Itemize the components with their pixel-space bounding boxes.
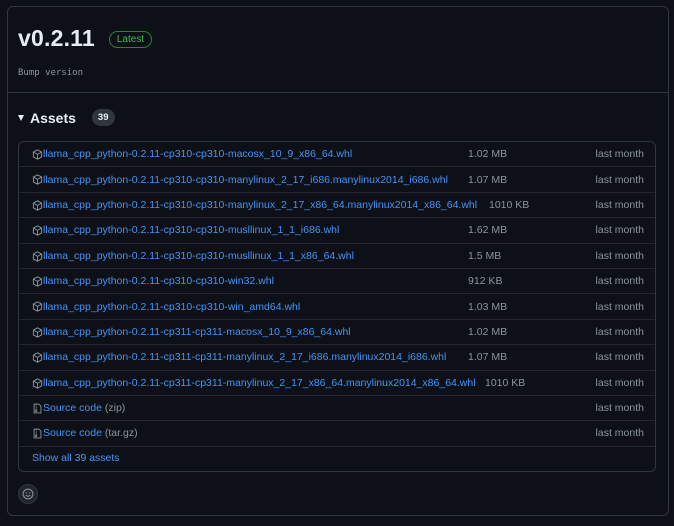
release-version[interactable]: v0.2.11 bbox=[18, 25, 95, 52]
file-zip-icon bbox=[32, 428, 43, 439]
asset-date: last month bbox=[595, 351, 644, 364]
source-code-format: (zip) bbox=[104, 402, 126, 415]
asset-date: last month bbox=[595, 376, 644, 389]
source-code-link[interactable]: Source code (tar.gz) bbox=[43, 427, 138, 439]
release-notes: Bump version bbox=[18, 68, 84, 78]
asset-row: llama_cpp_python-0.2.11-cp311-cp311-maco… bbox=[19, 320, 655, 346]
smiley-icon bbox=[22, 488, 34, 500]
asset-download-link[interactable]: llama_cpp_python-0.2.11-cp311-cp311-many… bbox=[43, 377, 476, 389]
asset-row: llama_cpp_python-0.2.11-cp310-cp310-musl… bbox=[19, 244, 655, 269]
asset-date: last month bbox=[595, 300, 644, 313]
asset-download-link[interactable]: llama_cpp_python-0.2.11-cp310-cp310-maco… bbox=[43, 148, 352, 160]
asset-size: 1.62 MB bbox=[468, 224, 508, 237]
asset-date: last month bbox=[595, 224, 644, 237]
asset-download-link[interactable]: llama_cpp_python-0.2.11-cp310-cp310-musl… bbox=[43, 250, 354, 262]
package-icon bbox=[32, 149, 43, 160]
asset-date: last month bbox=[595, 249, 644, 262]
asset-download-link[interactable]: llama_cpp_python-0.2.11-cp310-cp310-win_… bbox=[43, 301, 300, 313]
release-header: v0.2.11 Latest bbox=[18, 25, 153, 52]
asset-date: last month bbox=[595, 402, 644, 415]
source-code-format: (tar.gz) bbox=[104, 427, 138, 440]
package-icon bbox=[32, 301, 43, 312]
caret-down-icon bbox=[18, 114, 24, 121]
asset-size: 1.07 MB bbox=[468, 351, 508, 364]
asset-row: llama_cpp_python-0.2.11-cp310-cp310-maco… bbox=[19, 142, 655, 168]
asset-row: llama_cpp_python-0.2.11-cp311-cp311-many… bbox=[19, 345, 655, 371]
asset-size: 1.07 MB bbox=[468, 173, 508, 186]
package-icon bbox=[32, 352, 43, 363]
asset-row: llama_cpp_python-0.2.11-cp310-cp310-many… bbox=[19, 167, 655, 193]
package-icon bbox=[32, 174, 43, 186]
asset-size: 912 KB bbox=[468, 275, 503, 288]
asset-date: last month bbox=[595, 427, 644, 440]
asset-download-link[interactable]: llama_cpp_python-0.2.11-cp310-cp310-musl… bbox=[43, 224, 339, 236]
source-code-label: Source code bbox=[43, 402, 102, 415]
asset-date: last month bbox=[595, 325, 644, 338]
add-reaction-button[interactable] bbox=[18, 484, 38, 504]
source-code-label: Source code bbox=[43, 427, 102, 440]
asset-download-link[interactable]: llama_cpp_python-0.2.11-cp311-cp311-many… bbox=[43, 351, 446, 363]
assets-count-badge: 39 bbox=[91, 109, 115, 126]
latest-badge: Latest bbox=[108, 31, 153, 48]
asset-date: last month bbox=[595, 148, 644, 161]
asset-row: llama_cpp_python-0.2.11-cp310-cp310-many… bbox=[19, 193, 655, 219]
asset-date: last month bbox=[595, 275, 644, 288]
asset-row: llama_cpp_python-0.2.11-cp311-cp311-many… bbox=[19, 371, 655, 396]
asset-row: llama_cpp_python-0.2.11-cp310-cp310-musl… bbox=[19, 218, 655, 244]
asset-list: llama_cpp_python-0.2.11-cp310-cp310-maco… bbox=[18, 141, 656, 472]
asset-date: last month bbox=[595, 173, 644, 186]
package-icon bbox=[32, 200, 43, 211]
asset-size: 1.02 MB bbox=[468, 148, 508, 161]
assets-toggle[interactable]: Assets 39 bbox=[18, 109, 115, 126]
asset-size: 1010 KB bbox=[489, 198, 530, 211]
asset-download-link[interactable]: llama_cpp_python-0.2.11-cp310-cp310-many… bbox=[43, 199, 477, 211]
asset-size: 1.5 MB bbox=[468, 249, 502, 262]
source-code-link[interactable]: Source code (zip) bbox=[43, 402, 125, 414]
asset-download-link[interactable]: llama_cpp_python-0.2.11-cp311-cp311-maco… bbox=[43, 326, 351, 338]
asset-row: llama_cpp_python-0.2.11-cp310-cp310-win3… bbox=[19, 269, 655, 295]
package-icon bbox=[32, 276, 43, 287]
package-icon bbox=[32, 225, 43, 236]
show-all-assets-link[interactable]: Show all 39 assets bbox=[32, 452, 120, 464]
asset-size: 1.02 MB bbox=[468, 325, 508, 338]
asset-download-link[interactable]: llama_cpp_python-0.2.11-cp310-cp310-win3… bbox=[43, 275, 274, 287]
asset-size: 1.03 MB bbox=[468, 300, 508, 313]
file-zip-icon bbox=[32, 403, 43, 414]
asset-size: 1010 KB bbox=[485, 376, 526, 389]
divider bbox=[8, 92, 668, 93]
asset-download-link[interactable]: llama_cpp_python-0.2.11-cp310-cp310-many… bbox=[43, 174, 448, 186]
asset-date: last month bbox=[595, 198, 644, 211]
package-icon bbox=[32, 377, 43, 389]
package-icon bbox=[32, 250, 43, 262]
asset-row: llama_cpp_python-0.2.11-cp310-cp310-win_… bbox=[19, 294, 655, 320]
source-code-row: Source code (tar.gz) last month bbox=[19, 421, 655, 447]
assets-title: Assets bbox=[30, 109, 76, 126]
release-card: v0.2.11 Latest Bump version Assets 39 ll… bbox=[7, 6, 669, 516]
package-icon bbox=[32, 327, 43, 338]
source-code-row: Source code (zip) last month bbox=[19, 396, 655, 422]
